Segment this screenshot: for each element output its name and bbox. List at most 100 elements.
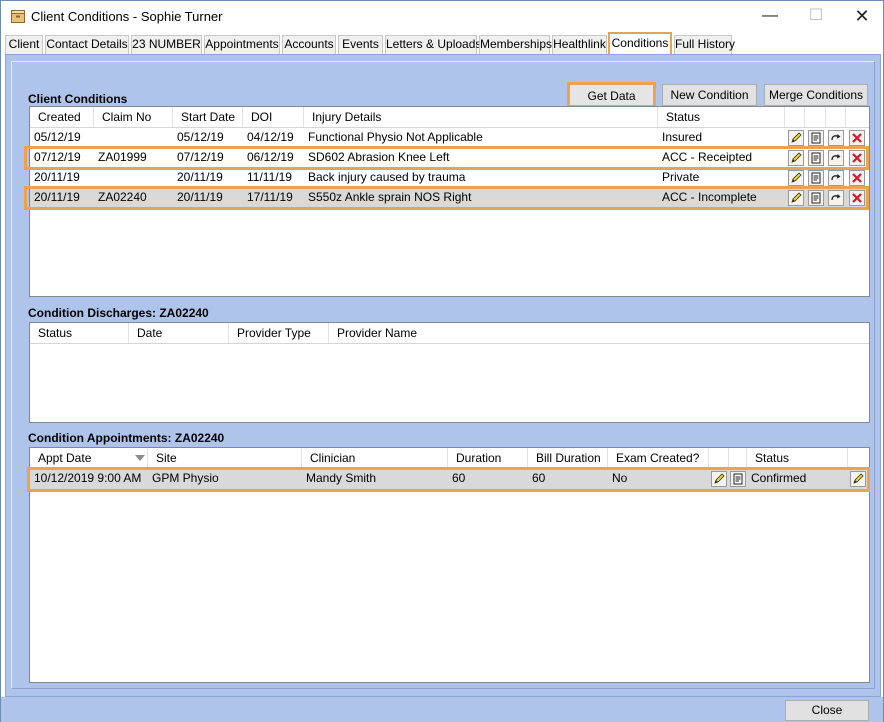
condition-document-button[interactable] [808, 170, 824, 186]
tab-contact-details[interactable]: Contact Details [45, 35, 129, 54]
condition-appointments-grid: Appt Date Site Clinician Duration Bill D… [27, 447, 870, 683]
condition-row[interactable]: 05/12/19 05/12/19 04/12/19 Functional Physi… [30, 128, 869, 148]
appointment-row[interactable]: 10/12/2019 9:00 AM GPM Physio Mandy Smith 6… [30, 469, 869, 490]
tab-appointments[interactable]: Appointments [204, 35, 280, 54]
col-appt-date[interactable]: Appt Date [30, 448, 148, 468]
condition-redo-icon [831, 134, 841, 141]
col-status[interactable]: Status [658, 107, 785, 127]
edit-appointment-status-button[interactable] [850, 471, 866, 487]
client-conditions-grid: Created Claim No Start Date DOI Injury D… [24, 106, 870, 297]
title-bar: Client Conditions - Sophie Turner — ☐ ✕ [1, 1, 883, 32]
appointment-document-button[interactable] [730, 471, 746, 487]
condition-redo-icon [831, 194, 841, 201]
delete-condition-icon [852, 193, 862, 203]
col-appt-action-2 [729, 448, 747, 468]
new-condition-button[interactable]: New Condition [662, 84, 757, 106]
condition-redo-button[interactable] [828, 130, 844, 146]
tab-healthlink[interactable]: Healthlink [552, 35, 607, 54]
edit-appointment-icon [714, 473, 725, 484]
tab-memberships[interactable]: Memberships [479, 35, 552, 54]
edit-condition-button[interactable] [788, 130, 804, 146]
condition-status: Private [662, 170, 700, 184]
condition-redo-button[interactable] [828, 190, 844, 206]
condition-document-button[interactable] [808, 150, 824, 166]
minimize-button[interactable]: — [747, 1, 793, 32]
col-discharge-status[interactable]: Status [30, 323, 129, 343]
col-claim-no[interactable]: Claim No [94, 107, 173, 127]
condition-document-button[interactable] [808, 130, 824, 146]
condition-row[interactable]: 07/12/19 ZA01999 07/12/19 06/12/19 SD602 Abr… [30, 148, 869, 168]
edit-condition-icon [791, 172, 802, 183]
close-button[interactable]: Close [785, 700, 869, 721]
tab-conditions[interactable]: Conditions [608, 32, 672, 54]
col-bill-duration[interactable]: Bill Duration [528, 448, 608, 468]
delete-condition-icon [852, 153, 862, 163]
condition-status: ACC - Receipted [662, 150, 753, 164]
condition-doi: 11/11/19 [247, 170, 292, 184]
appointment-duration: 60 [452, 471, 466, 485]
appointment-exam-created: No [612, 471, 628, 485]
get-data-button[interactable]: Get Data [567, 82, 656, 108]
appointment-site: GPM Physio [152, 471, 219, 485]
delete-condition-button[interactable] [849, 150, 865, 166]
bottom-bar: Close [1, 697, 883, 722]
delete-condition-button[interactable] [849, 190, 865, 206]
condition-redo-button[interactable] [828, 150, 844, 166]
sort-down-icon[interactable] [135, 455, 145, 461]
conditions-inner-frame: Get Data New Condition Merge Conditions … [11, 61, 875, 689]
tab-accounts[interactable]: Accounts [282, 35, 336, 54]
condition-document-button[interactable] [808, 190, 824, 206]
close-window-button[interactable]: ✕ [839, 1, 884, 32]
col-exam-created[interactable]: Exam Created? [608, 448, 709, 468]
tab-client[interactable]: Client [5, 35, 43, 54]
condition-claim-no: ZA02240 [98, 190, 147, 204]
col-doi[interactable]: DOI [243, 107, 304, 127]
col-injury-details[interactable]: Injury Details [304, 107, 658, 127]
condition-row[interactable]: 20/11/19 20/11/19 11/11/19 Back injury caus… [30, 168, 869, 188]
tab-events[interactable]: Events [338, 35, 383, 54]
maximize-button[interactable]: ☐ [793, 1, 839, 32]
col-action-1 [785, 107, 805, 127]
col-action-4 [846, 107, 870, 127]
tab-23-number[interactable]: 23 NUMBER [131, 35, 202, 54]
appointment-appt-date: 10/12/2019 9:00 AM [34, 471, 142, 485]
condition-claim-no [94, 128, 173, 147]
edit-condition-button[interactable] [788, 150, 804, 166]
conditions-body: 05/12/19 05/12/19 04/12/19 Functional Physi… [30, 128, 869, 208]
condition-discharges-grid: Status Date Provider Type Provider Name [29, 322, 870, 423]
delete-condition-button[interactable] [849, 170, 865, 186]
col-appt-status[interactable]: Status [747, 448, 848, 468]
condition-doi: 04/12/19 [247, 130, 294, 144]
col-clinician[interactable]: Clinician [302, 448, 448, 468]
col-start-date[interactable]: Start Date [173, 107, 243, 127]
delete-condition-button[interactable] [849, 130, 865, 146]
appointment-bill-duration: 60 [532, 471, 546, 485]
condition-row[interactable]: 20/11/19 ZA02240 20/11/19 17/11/19 S550z Ank… [30, 188, 869, 208]
condition-claim-no: ZA01999 [98, 150, 147, 164]
edit-condition-button[interactable] [788, 190, 804, 206]
condition-start-date: 05/12/19 [177, 130, 224, 144]
col-created[interactable]: Created [30, 107, 94, 127]
condition-redo-button[interactable] [828, 170, 844, 186]
condition-doi: 06/12/19 [247, 150, 294, 164]
col-discharge-date[interactable]: Date [129, 323, 229, 343]
merge-conditions-button[interactable]: Merge Conditions [764, 84, 868, 106]
edit-appointment-status-icon [853, 473, 864, 484]
condition-document-icon [811, 172, 821, 184]
col-provider-name[interactable]: Provider Name [329, 323, 869, 343]
tab-letters-uploads[interactable]: Letters & Uploads [385, 35, 481, 54]
col-provider-type[interactable]: Provider Type [229, 323, 329, 343]
edit-appointment-button[interactable] [711, 471, 727, 487]
col-action-2 [805, 107, 826, 127]
edit-condition-button[interactable] [788, 170, 804, 186]
appointment-clinician: Mandy Smith [306, 471, 377, 485]
col-duration[interactable]: Duration [448, 448, 528, 468]
client-conditions-window: Client Conditions - Sophie Turner — ☐ ✕ … [0, 0, 884, 722]
condition-redo-icon [831, 154, 841, 161]
condition-status: Insured [662, 130, 703, 144]
appointments-body: 10/12/2019 9:00 AM GPM Physio Mandy Smith 6… [30, 469, 869, 490]
tab-full-history[interactable]: Full History [674, 35, 735, 54]
col-site[interactable]: Site [148, 448, 302, 468]
app-icon [11, 10, 25, 23]
condition-document-icon [811, 132, 821, 144]
